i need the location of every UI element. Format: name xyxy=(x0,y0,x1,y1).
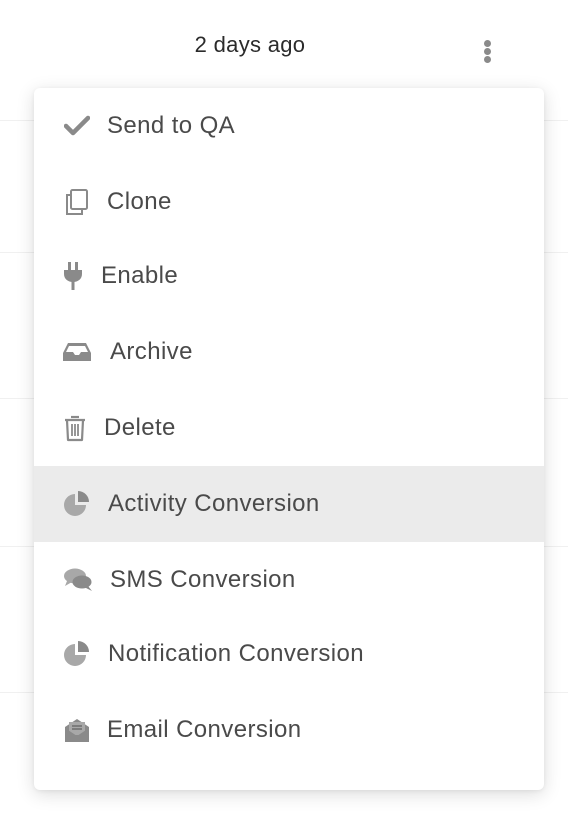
chat-bubbles-icon xyxy=(63,565,93,595)
last-updated-timestamp: 2 days ago xyxy=(194,32,306,57)
menu-item-label: Clone xyxy=(107,188,172,215)
menu-item-email-conversion[interactable]: Email Conversion xyxy=(34,692,544,768)
menu-item-label: Archive xyxy=(110,338,193,365)
pie-chart-icon xyxy=(62,489,92,519)
kebab-vertical-icon xyxy=(484,40,491,47)
menu-item-send-to-qa[interactable]: Send to QA xyxy=(34,88,544,164)
menu-item-label: Email Conversion xyxy=(107,716,302,743)
trash-icon xyxy=(60,413,90,443)
menu-item-label: Enable xyxy=(101,262,179,289)
kebab-dot xyxy=(484,48,491,55)
menu-item-sms-conversion[interactable]: SMS Conversion xyxy=(34,542,544,618)
menu-item-activity-conversion[interactable]: Activity Conversion xyxy=(34,466,544,542)
menu-item-archive[interactable]: Archive xyxy=(34,314,544,390)
more-actions-button[interactable] xyxy=(476,36,500,68)
plug-icon xyxy=(58,261,88,291)
menu-item-label: SMS Conversion xyxy=(110,566,296,593)
menu-item-enable[interactable]: Enable xyxy=(34,238,544,314)
actions-dropdown-menu: Send to QA Clone Enable Archive Delete A… xyxy=(34,88,544,790)
inbox-icon xyxy=(62,337,92,367)
pie-chart-icon xyxy=(62,639,92,669)
page: 2 days ago Send to QA Clone Enable Archi… xyxy=(0,0,568,816)
copy-icon xyxy=(62,187,92,217)
menu-item-label: Delete xyxy=(104,414,176,441)
envelope-open-icon xyxy=(62,715,92,745)
kebab-dot xyxy=(484,56,491,63)
menu-item-delete[interactable]: Delete xyxy=(34,390,544,466)
menu-item-label: Send to QA xyxy=(107,112,236,139)
menu-item-label: Notification Conversion xyxy=(108,640,364,667)
checkmark-icon xyxy=(62,111,92,141)
menu-item-notification-conversion[interactable]: Notification Conversion xyxy=(34,616,544,692)
menu-item-clone[interactable]: Clone xyxy=(34,164,544,240)
menu-item-label: Activity Conversion xyxy=(108,490,320,517)
